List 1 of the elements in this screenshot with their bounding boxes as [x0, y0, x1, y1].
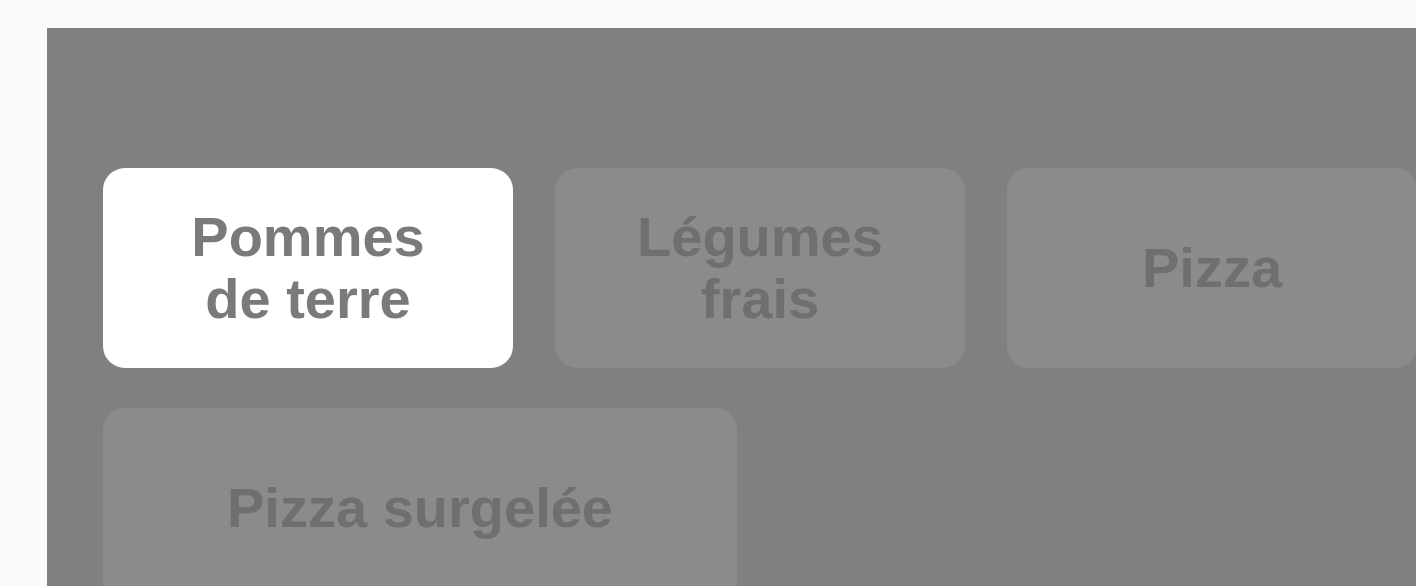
option-button[interactable]: Pommes de terre: [103, 168, 513, 368]
